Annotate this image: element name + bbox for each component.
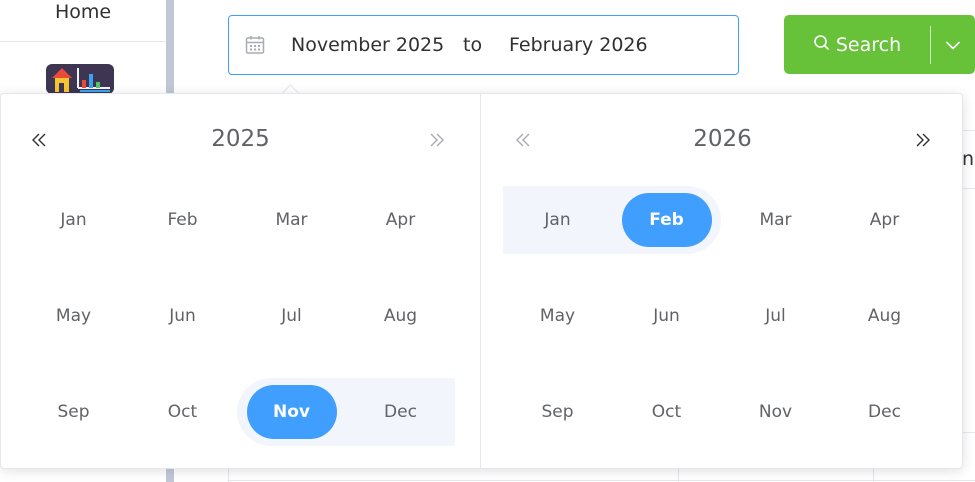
double-chevron-right-icon bbox=[425, 130, 449, 152]
house-chart-icon[interactable] bbox=[46, 64, 114, 94]
month-label: Jul bbox=[765, 306, 786, 326]
month-cell[interactable]: Apr bbox=[346, 172, 455, 268]
month-label: Mar bbox=[759, 210, 792, 230]
month-label: Feb bbox=[167, 210, 198, 230]
search-dropdown-button[interactable] bbox=[931, 15, 975, 74]
month-label: May bbox=[55, 306, 92, 326]
month-cell[interactable]: Oct bbox=[128, 364, 237, 460]
month-label: Apr bbox=[385, 210, 416, 230]
month-cell[interactable]: Jun bbox=[612, 268, 721, 364]
month-cell[interactable]: Aug bbox=[346, 268, 455, 364]
month-label: Sep bbox=[57, 402, 90, 422]
month-row: Sep Oct Nov Dec bbox=[19, 364, 455, 460]
month-label: Oct bbox=[651, 402, 682, 422]
month-cell[interactable]: Nov bbox=[721, 364, 830, 460]
month-cell[interactable]: Dec bbox=[346, 364, 455, 460]
double-chevron-right-icon[interactable] bbox=[911, 130, 935, 152]
month-row: May Jun Jul Aug bbox=[19, 268, 455, 364]
month-label: Nov bbox=[758, 402, 793, 422]
month-cell[interactable]: Jan bbox=[503, 172, 612, 268]
month-label: Nov bbox=[246, 385, 337, 439]
month-label: Jan bbox=[544, 210, 571, 230]
search-icon bbox=[813, 34, 830, 56]
sidebar-item-home[interactable]: Home bbox=[0, 0, 166, 42]
month-label: Feb bbox=[621, 193, 712, 247]
month-grid: Jan Feb Mar Apr May Jun Jul Aug Sep Oct Nov Dec bbox=[503, 172, 939, 460]
right-month-panel: 2026 Jan Feb Mar Apr May Jun Jul Aug Sep Oct Nov De… bbox=[480, 94, 964, 468]
month-label: Aug bbox=[867, 306, 902, 326]
month-label: Mar bbox=[275, 210, 308, 230]
month-label: Oct bbox=[167, 402, 198, 422]
month-label: Jul bbox=[281, 306, 302, 326]
chevron-down-icon bbox=[946, 35, 960, 54]
month-label: Aug bbox=[383, 306, 418, 326]
month-cell[interactable]: Feb bbox=[128, 172, 237, 268]
search-button-label: Search bbox=[835, 33, 902, 56]
month-range-popper: 2025 Jan Feb Mar Apr May Jun Jul Aug Sep Oct Nov De… bbox=[0, 93, 963, 469]
sidebar-item-label: Home bbox=[54, 1, 112, 23]
range-start-input[interactable]: November 2025 bbox=[291, 34, 444, 56]
month-cell[interactable]: Jul bbox=[721, 268, 830, 364]
month-grid: Jan Feb Mar Apr May Jun Jul Aug Sep Oct Nov Dec bbox=[19, 172, 455, 460]
month-row: Jan Feb Mar Apr bbox=[19, 172, 455, 268]
date-range-picker[interactable]: November 2025 to February 2026 bbox=[228, 15, 739, 75]
month-cell[interactable]: Feb bbox=[612, 172, 721, 268]
left-month-panel: 2025 Jan Feb Mar Apr May Jun Jul Aug Sep Oct Nov De… bbox=[1, 94, 480, 468]
panel-year: 2025 bbox=[211, 126, 270, 152]
month-label: Jan bbox=[60, 210, 87, 230]
range-separator: to bbox=[463, 34, 483, 56]
search-button[interactable]: Search bbox=[784, 15, 930, 74]
month-cell[interactable]: Jul bbox=[237, 268, 346, 364]
month-label: Jun bbox=[653, 306, 680, 326]
month-cell[interactable]: Aug bbox=[830, 268, 939, 364]
month-cell[interactable]: Jun bbox=[128, 268, 237, 364]
month-cell[interactable]: Dec bbox=[830, 364, 939, 460]
month-row: Jan Feb Mar Apr bbox=[503, 172, 939, 268]
month-row: Sep Oct Nov Dec bbox=[503, 364, 939, 460]
table-border bbox=[228, 480, 975, 481]
month-label: Jun bbox=[169, 306, 196, 326]
month-cell[interactable]: Mar bbox=[721, 172, 830, 268]
month-label: May bbox=[539, 306, 576, 326]
month-cell[interactable]: Sep bbox=[503, 364, 612, 460]
month-cell[interactable]: Nov bbox=[237, 364, 346, 460]
calendar-icon bbox=[245, 35, 265, 55]
search-split-button: Search bbox=[784, 15, 975, 74]
month-cell[interactable]: Apr bbox=[830, 172, 939, 268]
month-label: Dec bbox=[384, 402, 417, 422]
month-cell[interactable]: May bbox=[19, 268, 128, 364]
month-cell[interactable]: Mar bbox=[237, 172, 346, 268]
range-end-input[interactable]: February 2026 bbox=[509, 34, 648, 56]
panel-year: 2026 bbox=[693, 126, 752, 152]
month-label: Sep bbox=[541, 402, 574, 422]
month-label: Apr bbox=[869, 210, 900, 230]
month-cell[interactable]: Oct bbox=[612, 364, 721, 460]
month-label: Dec bbox=[868, 402, 901, 422]
month-cell[interactable]: Jan bbox=[19, 172, 128, 268]
month-row: May Jun Jul Aug bbox=[503, 268, 939, 364]
month-cell[interactable]: May bbox=[503, 268, 612, 364]
month-cell[interactable]: Sep bbox=[19, 364, 128, 460]
